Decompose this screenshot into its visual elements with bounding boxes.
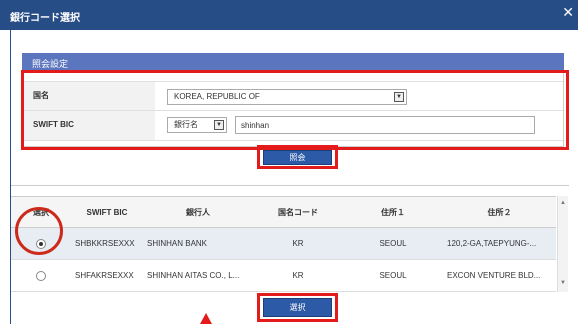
form-highlight-box [21, 70, 569, 150]
radio-button[interactable] [36, 270, 46, 281]
grid-scrollbar[interactable]: ▲ ▼ [557, 196, 568, 292]
column-header-country: 国名コード [278, 208, 318, 217]
address2-cell: EXCON VENTURE BLD... [447, 271, 541, 280]
swift-cell: SHFAKRSEXXX [75, 271, 134, 280]
bank-cell: SHINHAN BANK [147, 239, 208, 248]
column-header-swift: SWIFT BIC [86, 208, 128, 217]
address1-cell: SEOUL [379, 239, 407, 248]
search-settings-title: 照会設定 [32, 59, 69, 69]
selection-highlight-circle [15, 207, 63, 255]
country-code-cell: KR [292, 239, 304, 248]
close-icon[interactable]: ✕ [562, 5, 574, 19]
pointer-arrow-icon [200, 313, 212, 324]
scroll-up-icon[interactable]: ▲ [560, 200, 566, 206]
divider [11, 185, 569, 186]
grid-header: 選択 SWIFT BIC 銀行人 国名コード 住所１ 住所２ [11, 196, 556, 228]
row-select-cell[interactable] [11, 260, 71, 291]
scroll-down-icon[interactable]: ▼ [560, 280, 566, 286]
search-button[interactable]: 照会 [263, 150, 332, 165]
dialog-title-bar: 銀行コード選択 ✕ [0, 0, 578, 30]
address2-cell: 120,2-GA,TAEPYUNG-... [447, 239, 537, 248]
country-code-cell: KR [292, 271, 304, 280]
column-header-bank: 銀行人 [186, 208, 210, 217]
search-settings-header: 照会設定 [22, 53, 564, 71]
select-button[interactable]: 選択 [263, 298, 332, 317]
table-row[interactable]: SHFAKRSEXXX SHINHAN AITAS CO., L... KR S… [11, 260, 556, 292]
swift-cell: SHBKKRSEXXX [75, 239, 135, 248]
table-row[interactable]: SHBKKRSEXXX SHINHAN BANK KR SEOUL 120,2-… [11, 228, 556, 260]
column-header-address1: 住所１ [381, 208, 405, 217]
address1-cell: SEOUL [379, 271, 407, 280]
dialog-title: 銀行コード選択 [10, 13, 80, 24]
column-header-address2: 住所２ [487, 208, 512, 217]
bank-cell: SHINHAN AITAS CO., L... [147, 271, 240, 280]
